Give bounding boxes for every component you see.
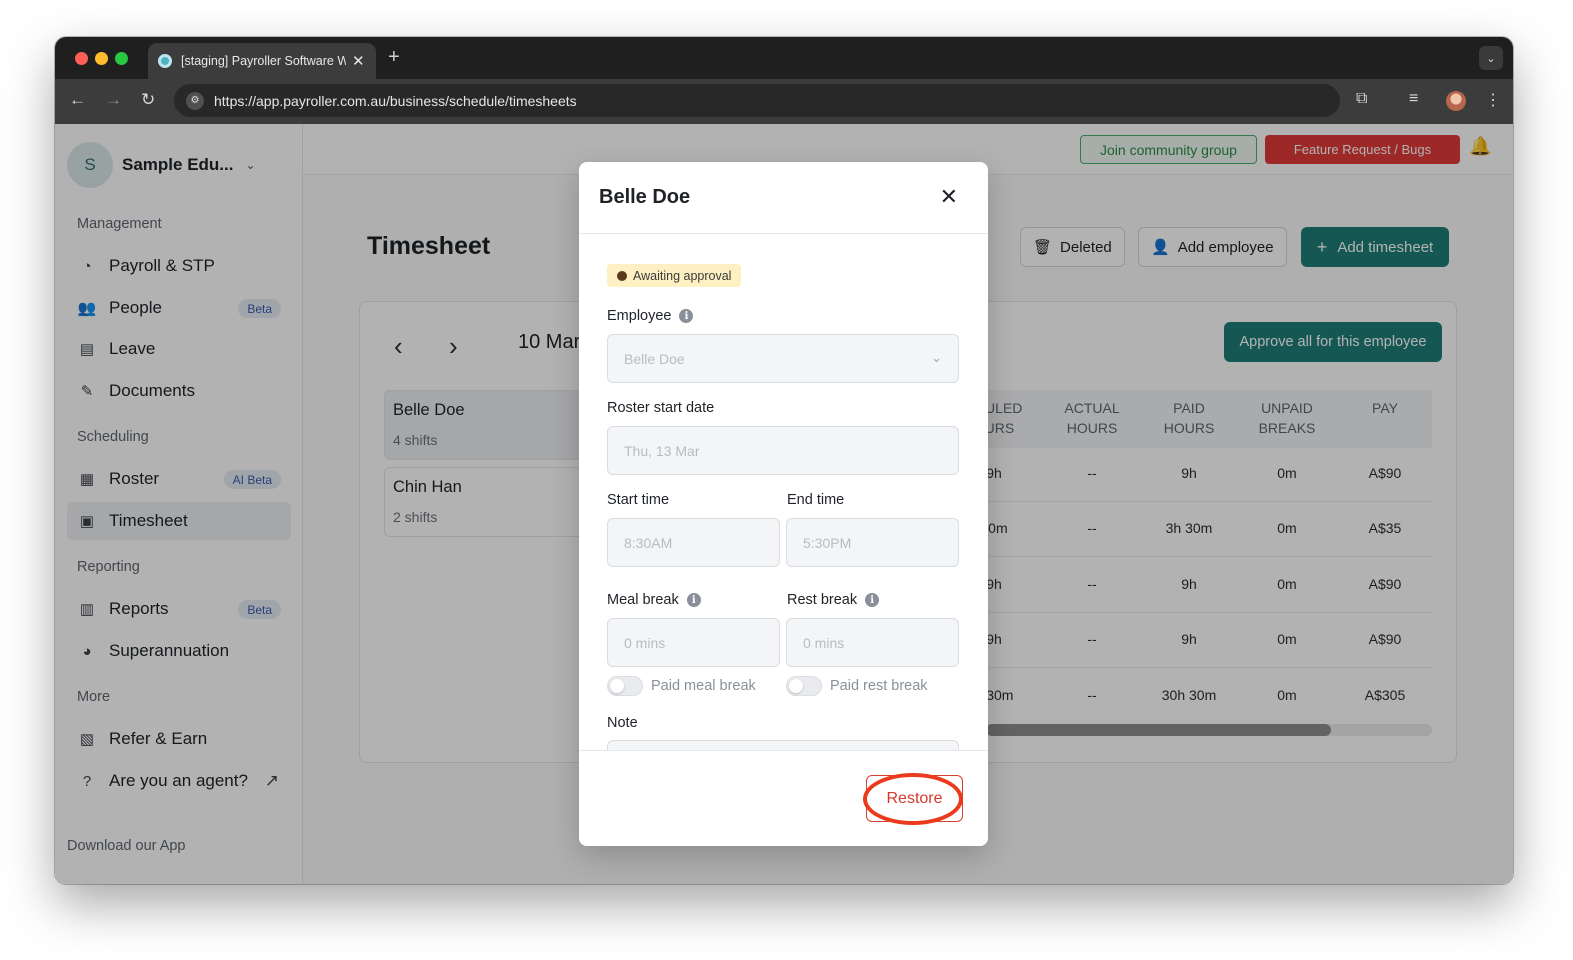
roster-start-label: Roster start date bbox=[607, 400, 715, 416]
profile-avatar[interactable] bbox=[1446, 91, 1466, 111]
site-info-icon[interactable]: ⚙ bbox=[186, 91, 204, 110]
rest-break-value: 0 mins bbox=[803, 634, 845, 651]
rest-break-label: Rest break i bbox=[787, 592, 880, 608]
browser-toolbar: ← → ↻ ⚙ https://app.payroller.com.au/bus… bbox=[55, 79, 1513, 124]
maximize-window-button[interactable] bbox=[115, 52, 128, 65]
timesheet-modal: Belle Doe ✕ Awaiting approval Employee i… bbox=[579, 162, 988, 846]
info-icon[interactable]: i bbox=[679, 309, 694, 323]
paid-meal-break-toggle[interactable] bbox=[607, 676, 643, 696]
end-time-field[interactable]: 5:30PM bbox=[786, 518, 959, 567]
highlight-circle bbox=[863, 773, 963, 825]
end-time-value: 5:30PM bbox=[803, 534, 852, 551]
label-text: Rest break bbox=[787, 592, 858, 608]
info-icon[interactable]: i bbox=[686, 593, 701, 607]
browser-window: [staging] Payroller Software W ✕ + ⌄ ← →… bbox=[55, 37, 1513, 884]
minimize-window-button[interactable] bbox=[95, 52, 108, 65]
favicon-icon bbox=[158, 54, 172, 68]
chevron-down-icon: ⌄ bbox=[931, 350, 942, 365]
modal-title: Belle Doe bbox=[599, 186, 691, 208]
address-bar[interactable]: ⚙ https://app.payroller.com.au/business/… bbox=[174, 84, 1340, 117]
forward-icon[interactable]: → bbox=[105, 90, 122, 110]
reload-icon[interactable]: ↻ bbox=[141, 90, 155, 110]
status-badge: Awaiting approval bbox=[607, 264, 742, 287]
back-icon[interactable]: ← bbox=[69, 90, 86, 110]
status-dot-icon bbox=[617, 270, 627, 281]
roster-start-value: Thu, 13 Mar bbox=[624, 442, 700, 459]
modal-footer: Restore bbox=[579, 750, 988, 846]
roster-start-field[interactable]: Thu, 13 Mar bbox=[607, 426, 959, 475]
media-control-icon[interactable]: ≡ bbox=[1409, 90, 1418, 108]
tab-search-icon[interactable]: ⌄ bbox=[1479, 46, 1503, 70]
employee-select-value: Belle Doe bbox=[624, 350, 685, 367]
label-text: Meal break bbox=[607, 592, 679, 608]
start-time-field[interactable]: 8:30AM bbox=[607, 518, 780, 567]
browser-tab[interactable]: [staging] Payroller Software W ✕ bbox=[148, 43, 376, 79]
browser-menu-icon[interactable]: ⋮ bbox=[1485, 90, 1501, 110]
label-text: Employee bbox=[607, 308, 672, 324]
extensions-icon[interactable]: ⧉ bbox=[1356, 90, 1367, 108]
paid-rest-break-label: Paid rest break bbox=[830, 678, 928, 694]
new-tab-icon[interactable]: + bbox=[388, 46, 400, 69]
meal-break-field[interactable]: 0 mins bbox=[607, 618, 780, 667]
end-time-label: End time bbox=[787, 492, 845, 508]
rest-break-field[interactable]: 0 mins bbox=[786, 618, 959, 667]
meal-break-value: 0 mins bbox=[624, 634, 666, 651]
tab-title: [staging] Payroller Software W bbox=[181, 54, 346, 68]
start-time-label: Start time bbox=[607, 492, 670, 508]
modal-divider bbox=[579, 233, 988, 234]
close-icon[interactable]: ✕ bbox=[940, 184, 958, 210]
start-time-value: 8:30AM bbox=[624, 534, 673, 551]
employee-select[interactable]: Belle Doe ⌄ bbox=[607, 334, 959, 383]
note-label: Note bbox=[607, 715, 638, 731]
tab-close-icon[interactable]: ✕ bbox=[352, 52, 365, 70]
meal-break-label: Meal break i bbox=[607, 592, 701, 608]
paid-rest-break-toggle[interactable] bbox=[786, 676, 822, 696]
info-icon[interactable]: i bbox=[865, 593, 880, 607]
url-text: https://app.payroller.com.au/business/sc… bbox=[214, 92, 577, 109]
tab-bar: [staging] Payroller Software W ✕ + ⌄ bbox=[55, 37, 1513, 79]
status-text: Awaiting approval bbox=[633, 268, 732, 283]
employee-label: Employee i bbox=[607, 308, 694, 324]
close-window-button[interactable] bbox=[75, 52, 88, 65]
paid-meal-break-label: Paid meal break bbox=[651, 678, 756, 694]
